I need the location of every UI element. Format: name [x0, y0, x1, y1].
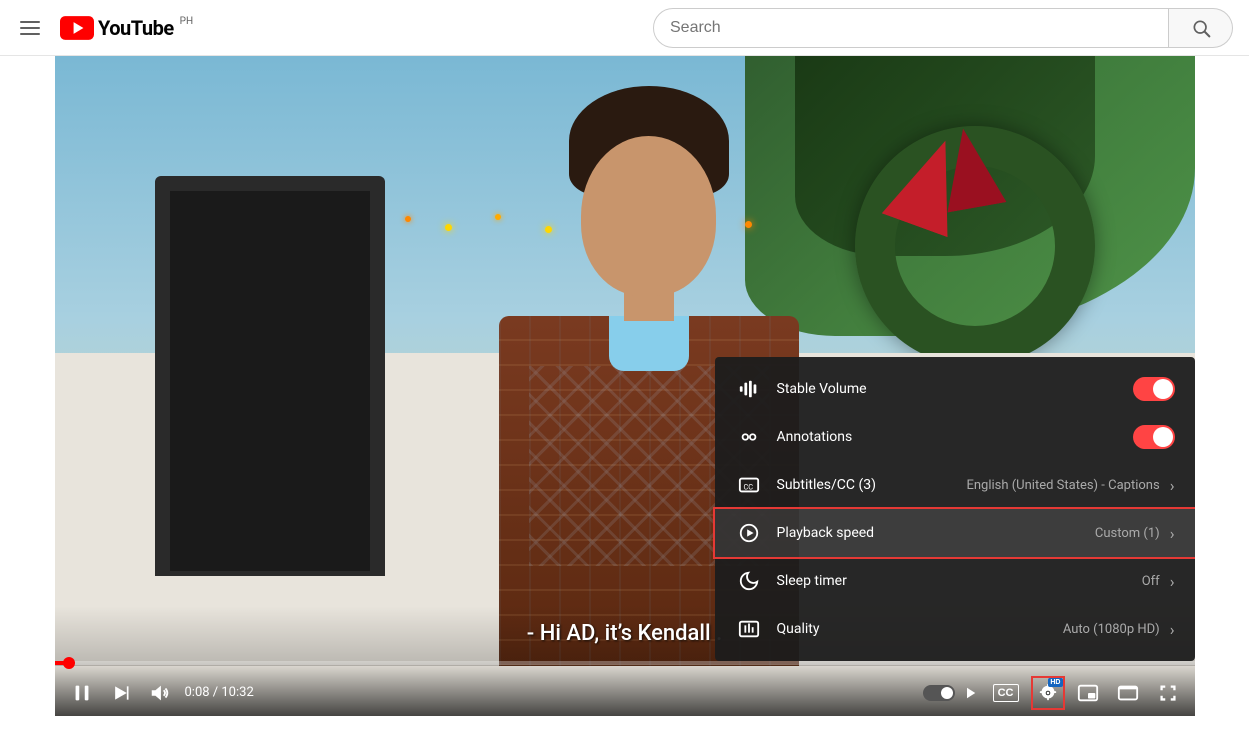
- cc-settings-icon: CC: [735, 471, 763, 499]
- miniplayer-button[interactable]: [1073, 678, 1103, 708]
- autoplay-play-icon: [961, 684, 979, 702]
- subtitles-label: Subtitles/CC (3): [777, 477, 967, 493]
- settings-row-playback-speed[interactable]: Playback speed Custom (1) ›: [715, 509, 1195, 557]
- settings-row-annotations[interactable]: Annotations: [715, 413, 1195, 461]
- volume-button[interactable]: [145, 678, 175, 708]
- youtube-wordmark: YouTube: [98, 16, 174, 40]
- search-input[interactable]: [653, 8, 1169, 48]
- playback-speed-chevron: ›: [1170, 524, 1175, 543]
- settings-button[interactable]: HD: [1033, 678, 1063, 708]
- sleep-timer-icon: [735, 567, 763, 595]
- theater-mode-button[interactable]: [1113, 678, 1143, 708]
- settings-row-sleep-timer[interactable]: Sleep timer Off ›: [715, 557, 1195, 605]
- annotations-label: Annotations: [777, 429, 1133, 445]
- settings-row-stable-volume[interactable]: Stable Volume: [715, 365, 1195, 413]
- autoplay-knob: [941, 687, 953, 699]
- quality-value: Auto (1080p HD) ›: [1063, 620, 1175, 639]
- header-left: YouTube PH: [16, 16, 193, 40]
- playback-speed-label: Playback speed: [777, 525, 1095, 541]
- settings-row-subtitles[interactable]: CC Subtitles/CC (3) English (United Stat…: [715, 461, 1195, 509]
- youtube-logo[interactable]: YouTube PH: [60, 16, 193, 40]
- hamburger-menu-button[interactable]: [16, 17, 44, 39]
- sleep-timer-label: Sleep timer: [777, 573, 1142, 589]
- cc-label: CC: [993, 684, 1019, 702]
- sleep-timer-value: Off ›: [1142, 572, 1175, 591]
- progress-fill: [55, 661, 70, 665]
- country-label: PH: [180, 16, 193, 27]
- video-player[interactable]: Stable Volume Annotations: [55, 56, 1195, 716]
- subtitles-value: English (United States) - Captions ›: [966, 476, 1174, 495]
- search-bar: [653, 8, 1233, 48]
- fullscreen-button[interactable]: [1153, 678, 1183, 708]
- annotations-icon: [735, 423, 763, 451]
- autoplay-track: [923, 685, 955, 701]
- sleep-timer-chevron: ›: [1170, 572, 1175, 591]
- pause-button[interactable]: [67, 678, 97, 708]
- settings-row-quality[interactable]: Quality Auto (1080p HD) ›: [715, 605, 1195, 653]
- stable-volume-label: Stable Volume: [777, 381, 1133, 397]
- playback-speed-value: Custom (1) ›: [1095, 524, 1175, 543]
- settings-panel: Stable Volume Annotations: [715, 357, 1195, 661]
- quality-label: Quality: [777, 621, 1063, 637]
- annotations-toggle[interactable]: [1133, 425, 1175, 449]
- cc-button[interactable]: CC: [989, 680, 1023, 706]
- header: YouTube PH: [0, 0, 1249, 56]
- time-display: 0:08 / 10:32: [185, 685, 254, 700]
- quality-icon: [735, 615, 763, 643]
- subtitles-chevron: ›: [1170, 476, 1175, 495]
- quality-chevron: ›: [1170, 620, 1175, 639]
- svg-text:CC: CC: [743, 483, 753, 492]
- autoplay-toggle[interactable]: [923, 684, 979, 702]
- hd-badge: HD: [1048, 678, 1062, 687]
- search-button[interactable]: [1169, 8, 1233, 48]
- playback-speed-icon: [735, 519, 763, 547]
- progress-bar[interactable]: [55, 661, 1195, 665]
- waveform-icon: [735, 375, 763, 403]
- stable-volume-toggle[interactable]: [1133, 377, 1175, 401]
- controls-bar: 0:08 / 10:32 CC HD: [55, 661, 1195, 716]
- skip-next-button[interactable]: [107, 679, 135, 707]
